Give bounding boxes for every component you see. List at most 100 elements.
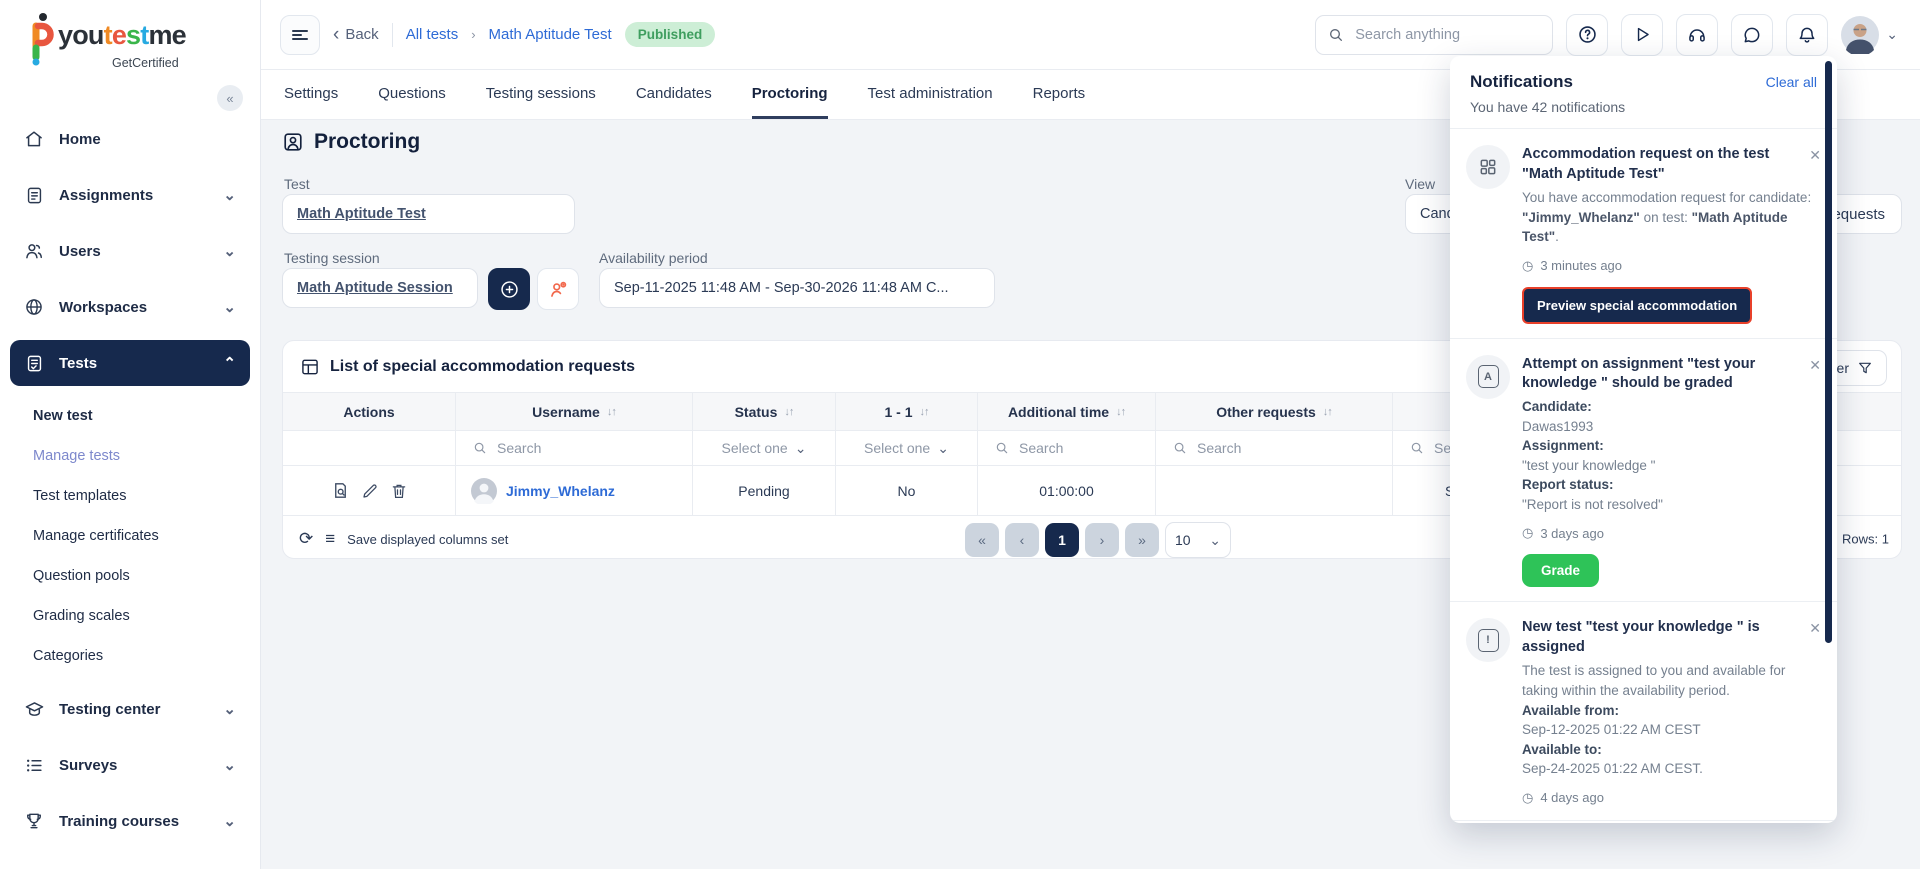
notification-item: Attempt on assignment "test your knowled…	[1450, 339, 1837, 603]
sidebar-subitem-question-pools[interactable]: Question pools	[0, 556, 260, 596]
chevron-up-icon	[223, 354, 236, 372]
chevron-down-icon	[223, 298, 236, 316]
columns-menu-icon[interactable]	[325, 529, 335, 549]
sidebar-subitem-new-test[interactable]: New test	[0, 396, 260, 436]
tab-settings[interactable]: Settings	[284, 70, 338, 119]
close-icon[interactable]	[1809, 620, 1821, 637]
sidebar-item-label: Users	[59, 243, 101, 260]
sidebar-subitem-categories[interactable]: Categories	[0, 636, 260, 676]
assignments-icon	[23, 186, 45, 205]
row-username: Jimmy_Whelanz	[456, 466, 693, 515]
filter-status[interactable]: Select one	[693, 431, 836, 465]
breadcrumb-test-name[interactable]: Math Aptitude Test	[489, 26, 612, 43]
notification-time: 4 days ago	[1522, 790, 1819, 806]
user-menu[interactable]	[1841, 16, 1898, 54]
tab-proctoring[interactable]: Proctoring	[752, 70, 828, 119]
brand-tagline: GetCertified	[112, 56, 179, 70]
panel-scrollbar[interactable]	[1825, 61, 1832, 643]
preview-special-accommodation-button[interactable]: Preview special accommodation	[1522, 287, 1752, 324]
chat-button[interactable]	[1731, 14, 1773, 56]
play-button[interactable]	[1621, 14, 1663, 56]
sidebar-item-home[interactable]: Home	[10, 116, 250, 162]
chevron-down-icon	[1886, 26, 1898, 43]
notification-body: The test is assigned to you and availabl…	[1522, 661, 1819, 700]
tests-icon	[23, 354, 45, 373]
previous-page-button[interactable]	[1005, 523, 1039, 557]
filter-one-on-one[interactable]: Select one	[836, 431, 978, 465]
tab-test-administration[interactable]: Test administration	[868, 70, 993, 119]
sidebar-item-assignments[interactable]: Assignments	[10, 172, 250, 218]
session-field[interactable]: Math Aptitude Session	[282, 268, 478, 308]
field-label: Available from:	[1522, 701, 1819, 721]
refresh-icon[interactable]	[299, 529, 313, 549]
last-page-button[interactable]	[1125, 523, 1159, 557]
app-root: youtestme GetCertified Home Assignments	[0, 0, 1920, 869]
table-icon	[300, 357, 320, 377]
grade-button[interactable]: Grade	[1522, 554, 1599, 587]
sidebar-item-label: Surveys	[59, 757, 117, 774]
sidebar-item-users[interactable]: Users	[10, 228, 250, 274]
clear-all-link[interactable]: Clear all	[1766, 74, 1817, 90]
brand-logo-icon	[26, 12, 56, 66]
trophy-icon	[23, 811, 45, 831]
page-size-select[interactable]: 10	[1165, 522, 1231, 558]
sidebar-subitem-manage-certificates[interactable]: Manage certificates	[0, 516, 260, 556]
sidebar-item-workspaces[interactable]: Workspaces	[10, 284, 250, 330]
tab-questions[interactable]: Questions	[378, 70, 446, 119]
clock-icon	[1522, 790, 1533, 806]
search-icon	[473, 441, 487, 455]
back-button[interactable]: Back	[333, 24, 379, 46]
column-username[interactable]: Username	[456, 393, 693, 430]
save-columns-label[interactable]: Save displayed columns set	[347, 532, 508, 547]
additional-time-search-input[interactable]	[1017, 439, 1149, 457]
next-page-button[interactable]	[1085, 523, 1119, 557]
column-additional-time[interactable]: Additional time	[978, 393, 1156, 430]
availability-field[interactable]: Sep-11-2025 11:48 AM - Sep-30-2026 11:48…	[599, 268, 995, 308]
sidebar-item-training-courses[interactable]: Training courses	[10, 798, 250, 844]
sidebar-item-reporting[interactable]: Reporting	[10, 854, 250, 869]
brand-logo-text: youtestme	[58, 20, 186, 51]
test-link[interactable]: Math Aptitude Test	[297, 206, 426, 222]
edit-request-icon[interactable]	[361, 482, 379, 500]
breadcrumb-all-tests[interactable]: All tests	[406, 26, 459, 43]
column-other-requests[interactable]: Other requests	[1156, 393, 1393, 430]
help-button[interactable]	[1566, 14, 1608, 56]
filter-additional-time	[978, 431, 1156, 465]
add-session-button[interactable]	[488, 268, 530, 310]
tab-candidates[interactable]: Candidates	[636, 70, 712, 119]
first-page-button[interactable]	[965, 523, 999, 557]
sidebar-subitem-manage-tests[interactable]: Manage tests	[0, 436, 260, 476]
session-link[interactable]: Math Aptitude Session	[297, 280, 453, 296]
sort-icon	[920, 406, 929, 418]
sidebar-item-tests[interactable]: Tests	[10, 340, 250, 386]
support-headset-button[interactable]	[1676, 14, 1718, 56]
sidebar-item-surveys[interactable]: Surveys	[10, 742, 250, 788]
sidebar-item-testing-center[interactable]: Testing center	[10, 686, 250, 732]
search-icon	[1410, 441, 1424, 455]
close-icon[interactable]	[1809, 357, 1821, 374]
dashboard-icon	[1466, 145, 1510, 189]
sidebar-collapse-button[interactable]	[217, 85, 243, 111]
sidebar-toggle-button[interactable]	[280, 15, 320, 55]
test-field[interactable]: Math Aptitude Test	[282, 194, 575, 234]
tab-testing-sessions[interactable]: Testing sessions	[486, 70, 596, 119]
sidebar-subitem-grading-scales[interactable]: Grading scales	[0, 596, 260, 636]
proctoring-settings-button[interactable]	[537, 268, 579, 310]
search-input[interactable]	[1353, 26, 1540, 44]
column-one-on-one[interactable]: 1 - 1	[836, 393, 978, 430]
sidebar-subitem-test-templates[interactable]: Test templates	[0, 476, 260, 516]
delete-request-icon[interactable]	[390, 482, 408, 500]
rows-count-label: Rows: 1	[1842, 532, 1889, 547]
sidebar-item-label: Home	[59, 131, 101, 148]
notifications-bell-button[interactable]	[1786, 14, 1828, 56]
close-icon[interactable]	[1809, 147, 1821, 164]
other-requests-search-input[interactable]	[1195, 439, 1374, 457]
preview-request-icon[interactable]	[331, 481, 350, 500]
username-search-input[interactable]	[495, 439, 674, 457]
notification-item: Accommodation request on the test "Math …	[1450, 129, 1837, 339]
current-page-button[interactable]: 1	[1045, 523, 1079, 557]
tab-reports[interactable]: Reports	[1033, 70, 1086, 119]
divider	[392, 23, 393, 47]
column-status[interactable]: Status	[693, 393, 836, 430]
username-link[interactable]: Jimmy_Whelanz	[506, 483, 615, 499]
